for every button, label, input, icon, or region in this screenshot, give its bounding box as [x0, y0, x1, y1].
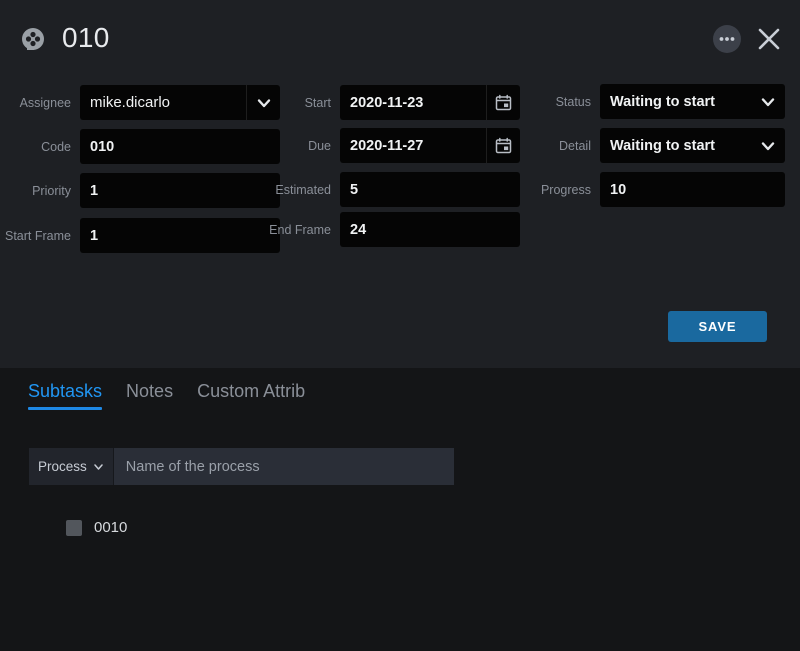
start-frame-value: 1 [90, 227, 99, 244]
end-frame-input[interactable]: 24 [340, 212, 520, 247]
estimated-value: 5 [350, 181, 359, 198]
field-label-due: Due [308, 138, 331, 153]
calendar-icon[interactable] [486, 85, 520, 120]
field-label-assignee: Assignee [19, 95, 71, 110]
field-start-date[interactable]: Start 2020-11-23 [255, 85, 520, 120]
field-priority[interactable]: Priority 1 [0, 173, 280, 208]
field-label-start: Start [304, 95, 331, 110]
start-date-input[interactable]: 2020-11-23 [340, 85, 520, 120]
detail-value: Waiting to start [610, 137, 715, 154]
field-code[interactable]: Code 010 [0, 129, 280, 164]
close-icon[interactable] [752, 22, 786, 56]
field-assignee[interactable]: Assignee mike.dicarlo [0, 85, 280, 120]
start-frame-input[interactable]: 1 [80, 218, 280, 253]
estimated-input[interactable]: 5 [340, 172, 520, 207]
list-item[interactable]: 0010 [66, 519, 127, 536]
field-progress[interactable]: Progress 10 [540, 172, 785, 207]
status-value: Waiting to start [610, 93, 715, 110]
process-type-select[interactable]: Process [29, 448, 114, 485]
subtask-checkbox[interactable] [66, 519, 82, 536]
tab-notes[interactable]: Notes [126, 381, 185, 410]
status-select[interactable]: Waiting to start [600, 84, 785, 119]
tab-custom-attrib[interactable]: Custom Attrib [197, 381, 317, 410]
chevron-down-icon [93, 461, 104, 472]
field-label-start-frame: Start Frame [5, 228, 71, 243]
code-value: 010 [90, 138, 115, 155]
window-header: 010 [0, 0, 800, 76]
due-date-input[interactable]: 2020-11-27 [340, 128, 520, 163]
subtask-label: 0010 [94, 519, 128, 536]
film-reel-icon [18, 24, 50, 56]
page-title: 010 [62, 22, 110, 53]
field-estimated[interactable]: Estimated 5 [255, 172, 520, 207]
calendar-icon[interactable] [486, 128, 520, 163]
field-label-estimated: Estimated [275, 182, 331, 197]
chevron-down-icon[interactable] [751, 128, 785, 163]
field-label-end-frame: End Frame [269, 222, 331, 237]
code-input[interactable]: 010 [80, 129, 280, 164]
subtasks-panel: Subtasks Notes Custom Attrib Process Nam… [0, 368, 800, 651]
detail-select[interactable]: Waiting to start [600, 128, 785, 163]
chevron-down-icon[interactable] [751, 84, 785, 119]
field-detail[interactable]: Detail Waiting to start [540, 128, 785, 163]
field-label-progress: Progress [540, 182, 591, 197]
field-label-code: Code [41, 139, 71, 154]
process-type-label: Process [38, 459, 87, 474]
progress-value: 10 [610, 181, 627, 198]
tab-bar: Subtasks Notes Custom Attrib [28, 381, 329, 410]
assignee-value: mike.dicarlo [90, 94, 171, 111]
field-label-priority: Priority [32, 183, 71, 198]
field-label-status: Status [555, 94, 591, 109]
more-options-icon[interactable] [710, 22, 744, 56]
save-button[interactable]: SAVE [668, 311, 767, 342]
progress-input[interactable]: 10 [600, 172, 785, 207]
assignee-select[interactable]: mike.dicarlo [80, 85, 280, 120]
field-label-detail: Detail [559, 138, 591, 153]
priority-value: 1 [90, 182, 99, 199]
process-add-bar: Process Name of the process [29, 448, 454, 485]
field-due-date[interactable]: Due 2020-11-27 [255, 128, 520, 163]
task-details-panel: 010 Assignee mike.dicarlo Code 010 Prior… [0, 0, 800, 368]
start-date-value: 2020-11-23 [350, 94, 424, 111]
field-end-frame[interactable]: End Frame 24 [255, 212, 520, 247]
tab-subtasks[interactable]: Subtasks [28, 381, 114, 410]
field-start-frame[interactable]: Start Frame 1 [0, 218, 280, 253]
field-status[interactable]: Status Waiting to start [540, 84, 785, 119]
due-date-value: 2020-11-27 [350, 137, 424, 154]
end-frame-value: 24 [350, 221, 367, 238]
priority-input[interactable]: 1 [80, 173, 280, 208]
process-name-input[interactable]: Name of the process [113, 448, 454, 485]
